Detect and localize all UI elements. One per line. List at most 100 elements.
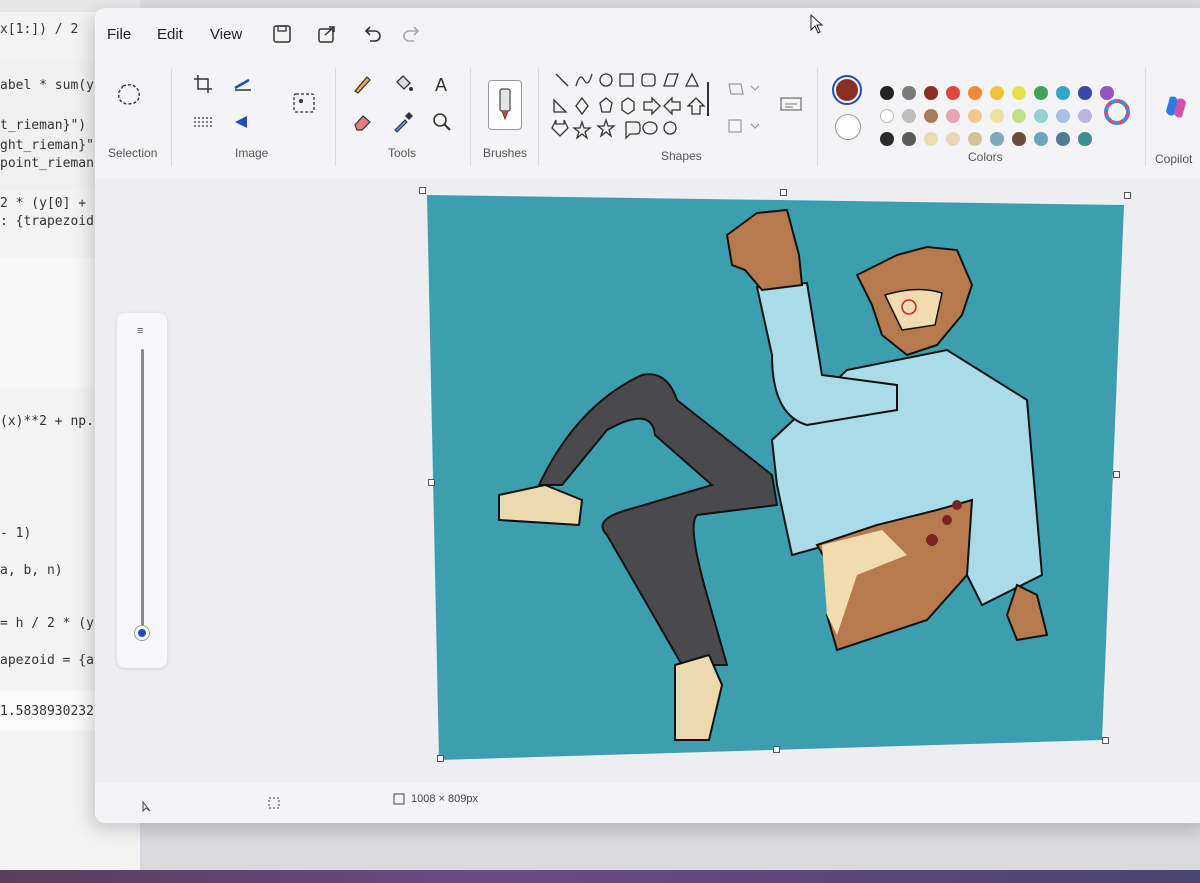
undo-icon[interactable] xyxy=(361,23,383,45)
code-line: x[1:]) / 2 xyxy=(0,22,79,37)
outline-dropdown-icon[interactable] xyxy=(725,76,765,100)
canvas-size-icon xyxy=(393,793,405,805)
edit-colors-icon[interactable] xyxy=(1103,98,1131,126)
color-swatch[interactable] xyxy=(1012,86,1026,100)
color-swatch[interactable] xyxy=(924,86,938,100)
color-swatch[interactable] xyxy=(1078,132,1092,146)
save-icon[interactable] xyxy=(271,23,293,45)
code-line: ght_rieman}" xyxy=(0,138,94,153)
copilot-icon[interactable] xyxy=(1162,93,1190,121)
ribbon-divider xyxy=(470,68,471,166)
share-icon[interactable] xyxy=(316,23,338,45)
menu-file[interactable]: File xyxy=(107,26,131,43)
taskbar-edge xyxy=(0,870,1200,883)
group-label-image: Image xyxy=(235,146,269,160)
fill-dropdown-icon[interactable] xyxy=(725,114,765,138)
paint-window: File Edit View Selection Image A Tools B… xyxy=(95,8,1200,823)
pointer-position-icon xyxy=(142,801,151,813)
text-icon[interactable]: A xyxy=(430,72,454,96)
ribbon-divider xyxy=(335,68,336,166)
crop-icon[interactable] xyxy=(191,72,215,96)
color-swatch[interactable] xyxy=(1078,109,1092,123)
canvas-handle-left[interactable] xyxy=(428,479,435,486)
ribbon-divider xyxy=(538,68,539,166)
brushes-button[interactable] xyxy=(488,80,522,130)
color-swatch[interactable] xyxy=(1056,132,1070,146)
resize-icon[interactable] xyxy=(231,72,255,96)
color-picker-icon[interactable] xyxy=(391,110,415,134)
canvas-handle-right[interactable] xyxy=(1113,471,1120,478)
color-swatch[interactable] xyxy=(880,86,894,100)
svg-text:A: A xyxy=(435,75,447,95)
figure-spot xyxy=(926,534,938,546)
selection-lasso-icon[interactable] xyxy=(115,80,143,108)
image-insert-icon[interactable] xyxy=(291,90,317,116)
canvas-handle-topright[interactable] xyxy=(1124,192,1131,199)
color-swatch[interactable] xyxy=(968,109,982,123)
slider-thumb[interactable] xyxy=(135,626,149,640)
color-swatch[interactable] xyxy=(990,86,1004,100)
canvas-handle-bottomleft[interactable] xyxy=(437,755,444,762)
group-label-tools: Tools xyxy=(388,146,417,160)
figure-spot xyxy=(952,500,962,510)
slider-track[interactable] xyxy=(141,349,144,639)
color-swatch[interactable] xyxy=(924,109,938,123)
color-swatch[interactable] xyxy=(902,86,916,100)
menu-bar: File Edit View xyxy=(95,8,1200,50)
slider-size-icon: ≡ xyxy=(137,325,144,337)
code-line: 2 * (y[0] + xyxy=(0,196,87,211)
shapes-scrollbar[interactable] xyxy=(707,82,709,116)
drawing-canvas[interactable] xyxy=(427,195,1124,760)
color-swatch[interactable] xyxy=(880,132,894,146)
color-swatch[interactable] xyxy=(1012,132,1026,146)
layers-icon[interactable] xyxy=(777,90,805,118)
color-swatch[interactable] xyxy=(1034,86,1048,100)
brush-icon xyxy=(499,88,511,121)
ribbon-divider xyxy=(817,68,818,166)
color-swatch[interactable] xyxy=(1078,86,1092,100)
color-swatch[interactable] xyxy=(946,109,960,123)
flip-icon[interactable] xyxy=(231,110,255,134)
group-label-colors: Colors xyxy=(968,150,1003,164)
canvas-handle-top[interactable] xyxy=(780,189,787,196)
redo-icon[interactable] xyxy=(401,23,423,45)
canvas-handle-bottom[interactable] xyxy=(773,746,780,753)
menu-edit[interactable]: Edit xyxy=(157,26,183,43)
secondary-color-swatch[interactable] xyxy=(835,114,861,140)
code-line: : {trapezoid} xyxy=(0,214,102,229)
color-swatch[interactable] xyxy=(880,109,894,123)
color-swatch[interactable] xyxy=(946,132,960,146)
menu-view[interactable]: View xyxy=(210,26,242,43)
color-swatch[interactable] xyxy=(924,132,938,146)
select-pattern-icon[interactable] xyxy=(191,110,215,134)
color-swatch[interactable] xyxy=(1012,109,1026,123)
shapes-gallery[interactable] xyxy=(550,70,720,148)
fill-bucket-icon[interactable] xyxy=(391,72,415,96)
canvas-handle-topleft[interactable] xyxy=(419,187,426,194)
canvas-size-label: 1008 × 809px xyxy=(411,793,478,805)
primary-color-button[interactable] xyxy=(832,75,862,105)
canvas-handle-bottomright[interactable] xyxy=(1102,737,1109,744)
code-line: point_rieman} xyxy=(0,156,102,171)
color-swatch[interactable] xyxy=(902,109,916,123)
group-label-brushes: Brushes xyxy=(483,146,528,160)
color-swatch[interactable] xyxy=(990,109,1004,123)
color-swatch[interactable] xyxy=(902,132,916,146)
group-label-copilot: Copilot xyxy=(1155,152,1193,166)
color-swatch[interactable] xyxy=(1034,132,1048,146)
color-swatch[interactable] xyxy=(968,132,982,146)
color-swatch[interactable] xyxy=(990,132,1004,146)
color-swatch[interactable] xyxy=(1056,109,1070,123)
group-label-shapes: Shapes xyxy=(661,149,702,163)
group-label-selection: Selection xyxy=(108,146,158,160)
pencil-icon[interactable] xyxy=(350,72,374,96)
color-swatch[interactable] xyxy=(1034,109,1048,123)
color-swatch[interactable] xyxy=(968,86,982,100)
eraser-icon[interactable] xyxy=(350,110,374,134)
color-swatch[interactable] xyxy=(946,86,960,100)
status-bar: 1008 × 809px xyxy=(95,783,1200,823)
ribbon-divider xyxy=(1145,68,1146,166)
color-swatch[interactable] xyxy=(1056,86,1070,100)
code-line: abel * sum(y xyxy=(0,78,94,93)
magnifier-icon[interactable] xyxy=(430,110,454,134)
